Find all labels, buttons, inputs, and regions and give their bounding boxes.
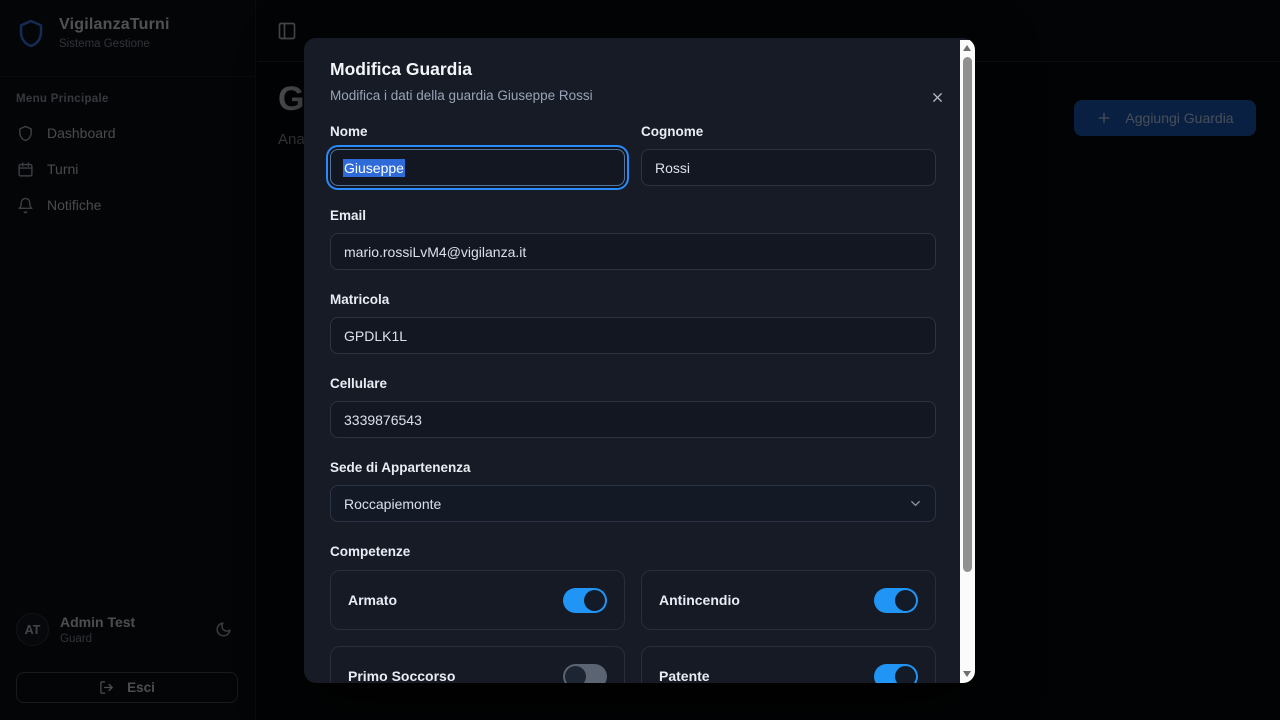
modal-subtitle: Modifica i dati della guardia Giuseppe R… — [330, 88, 936, 103]
cognome-label: Cognome — [641, 124, 936, 139]
toggle-knob — [895, 590, 916, 611]
cognome-field[interactable] — [641, 149, 936, 186]
sede-select[interactable]: Roccapiemonte — [330, 485, 936, 522]
sede-selected-value: Roccapiemonte — [344, 496, 441, 512]
competenza-card-primo-soccorso: Primo Soccorso — [330, 646, 625, 683]
chevron-down-icon — [908, 496, 923, 511]
scroll-down-arrow[interactable] — [963, 671, 971, 677]
matricola-field[interactable] — [330, 317, 936, 354]
primo-soccorso-toggle[interactable] — [563, 664, 607, 684]
patente-toggle[interactable] — [874, 664, 918, 684]
edit-guard-modal: Modifica Guardia Modifica i dati della g… — [304, 38, 975, 683]
scroll-up-arrow[interactable] — [963, 45, 971, 51]
antincendio-toggle[interactable] — [874, 588, 918, 613]
armato-toggle[interactable] — [563, 588, 607, 613]
toggle-knob — [584, 590, 605, 611]
toggle-knob — [565, 666, 586, 684]
email-field[interactable] — [330, 233, 936, 270]
email-label: Email — [330, 208, 936, 223]
cellulare-field[interactable] — [330, 401, 936, 438]
competenza-card-antincendio: Antincendio — [641, 570, 936, 630]
competenza-card-patente: Patente — [641, 646, 936, 683]
nome-label: Nome — [330, 124, 625, 139]
modal-scrollbar[interactable] — [960, 40, 975, 683]
sede-label: Sede di Appartenenza — [330, 460, 936, 475]
competenze-label: Competenze — [330, 544, 936, 559]
matricola-label: Matricola — [330, 292, 936, 307]
cellulare-label: Cellulare — [330, 376, 936, 391]
modal-title: Modifica Guardia — [330, 59, 936, 80]
scrollbar-thumb[interactable] — [963, 57, 972, 572]
nome-field[interactable]: Giuseppe — [330, 149, 625, 186]
nome-selected-text: Giuseppe — [343, 159, 405, 177]
toggle-knob — [895, 666, 916, 684]
competenza-card-armato: Armato — [330, 570, 625, 630]
